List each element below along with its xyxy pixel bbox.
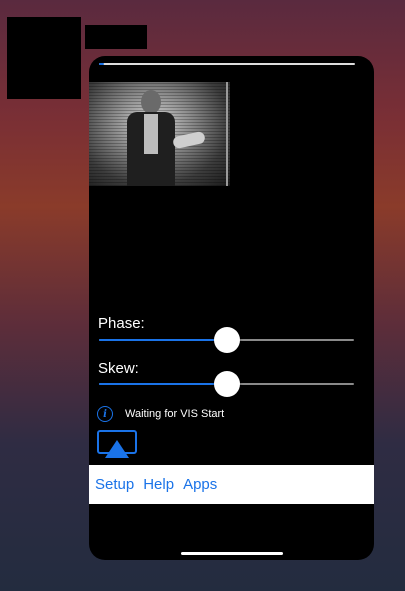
- redacted-block: [7, 17, 81, 99]
- skew-slider-thumb[interactable]: [213, 371, 240, 397]
- info-icon[interactable]: i: [97, 406, 113, 422]
- decode-progress-fill: [99, 63, 105, 65]
- image-edge: [226, 82, 228, 186]
- app-window: Phase: Skew: i Waiting for VIS Start Set…: [89, 56, 374, 560]
- home-indicator[interactable]: [181, 552, 283, 555]
- skew-slider-fill: [99, 383, 227, 385]
- airplay-icon[interactable]: [97, 430, 137, 460]
- phase-slider[interactable]: [99, 327, 354, 353]
- phase-slider-thumb[interactable]: [213, 327, 240, 353]
- status-row: i Waiting for VIS Start: [97, 406, 224, 422]
- apps-link[interactable]: Apps: [183, 476, 217, 493]
- setup-link[interactable]: Setup: [95, 476, 134, 493]
- status-text: Waiting for VIS Start: [125, 408, 225, 420]
- redacted-block: [85, 25, 147, 49]
- skew-slider[interactable]: [99, 371, 354, 397]
- figure-head: [141, 90, 161, 114]
- bottom-nav: Setup Help Apps: [89, 465, 374, 504]
- decode-progress-bar: [99, 63, 355, 65]
- figure-arm: [172, 130, 206, 150]
- decoded-image: [89, 82, 230, 186]
- phase-slider-fill: [99, 339, 227, 341]
- figure-shirt: [144, 114, 158, 154]
- help-link[interactable]: Help: [143, 476, 174, 493]
